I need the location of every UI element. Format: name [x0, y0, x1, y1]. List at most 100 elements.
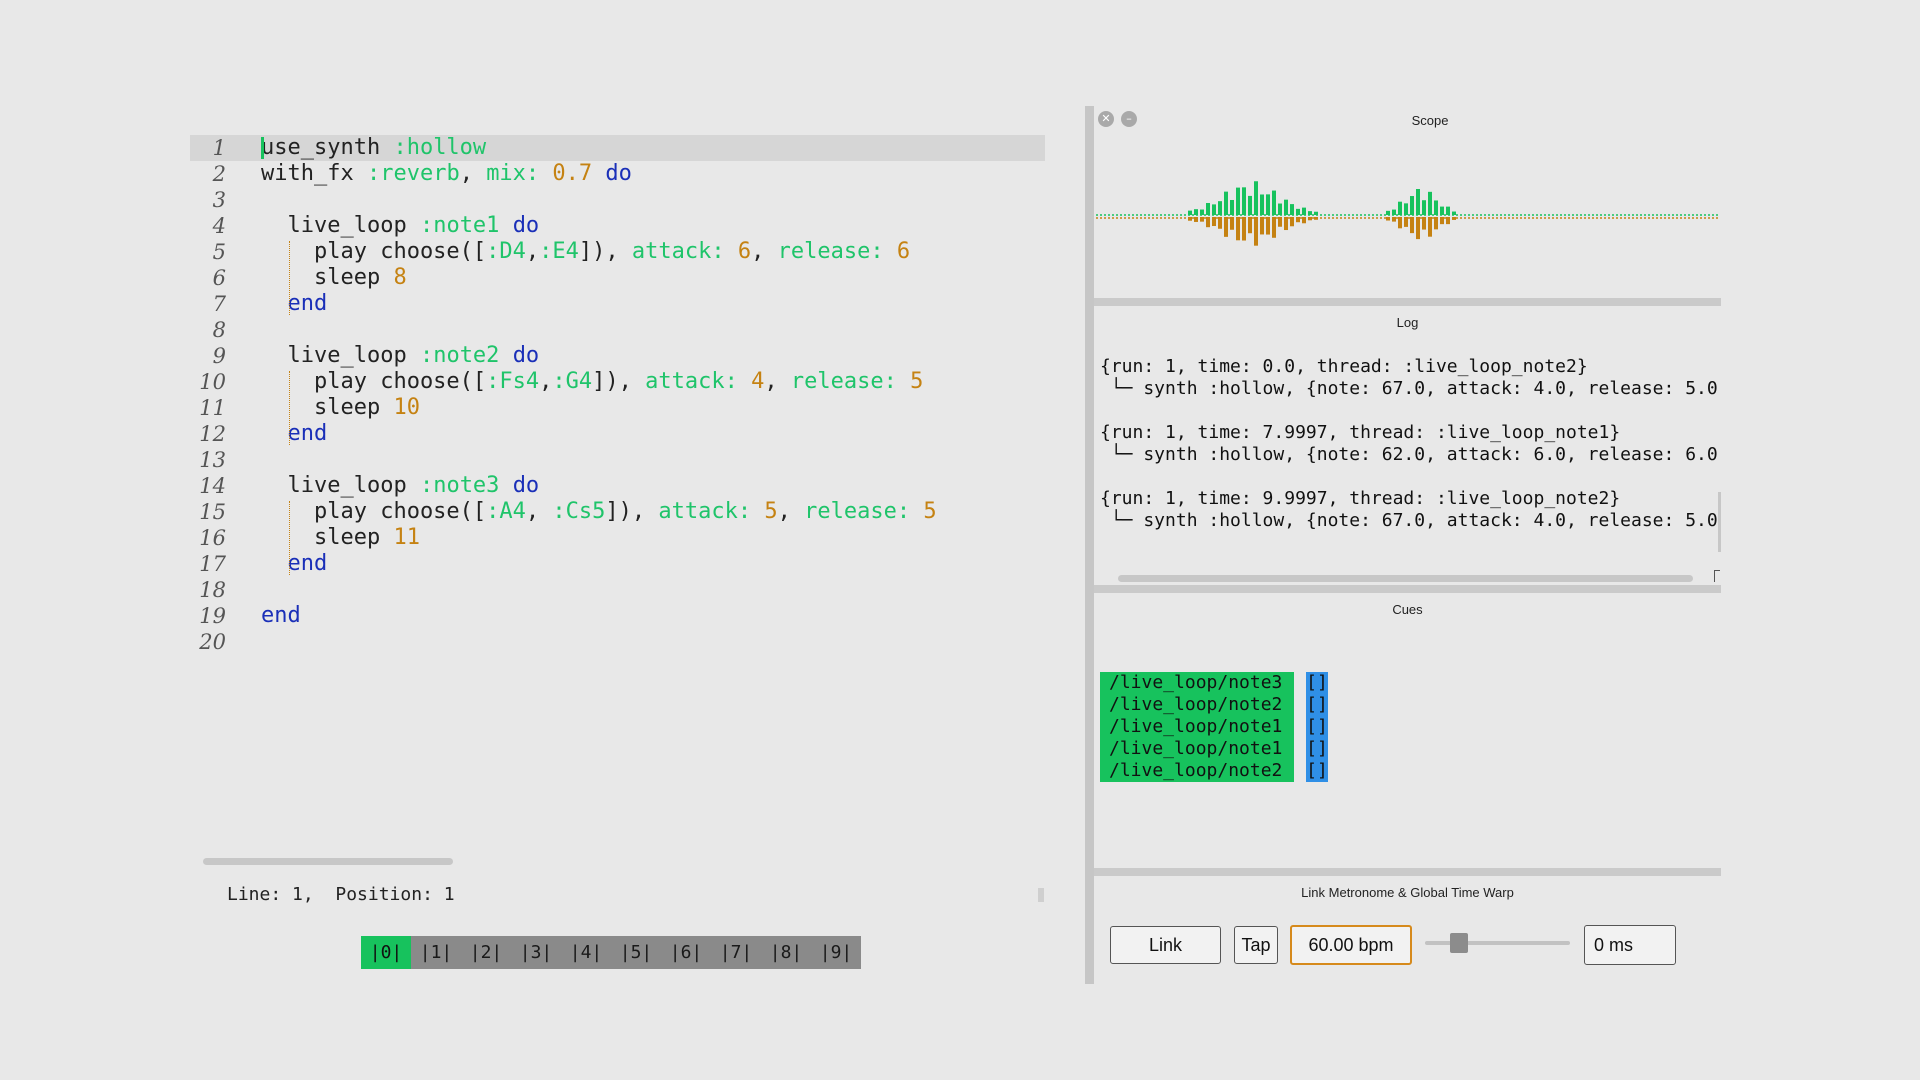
buffer-tab-0[interactable]: |0| — [361, 936, 411, 969]
buffer-tab-3[interactable]: |3| — [511, 936, 561, 969]
scope-sample-positive — [1404, 203, 1408, 215]
buffer-tab-6[interactable]: |6| — [661, 936, 711, 969]
code-line[interactable]: 14 live_loop :note3 do — [190, 473, 1045, 499]
scope-sample-positive — [1224, 191, 1228, 215]
code-line[interactable]: 7 end — [190, 291, 1045, 317]
code-token: ]), — [578, 239, 632, 264]
scope-sample-positive — [1410, 196, 1414, 215]
cues-metronome-divider[interactable] — [1094, 868, 1721, 876]
code-token: do — [512, 473, 540, 498]
scope-sample-negative — [1266, 217, 1270, 235]
scope-sample-positive — [1440, 206, 1444, 215]
code-line[interactable]: 1 use_synth :hollow — [190, 135, 1045, 161]
code-line[interactable]: 9 live_loop :note2 do — [190, 343, 1045, 369]
cue-value: [] — [1306, 760, 1328, 782]
code-line[interactable]: 8 — [190, 317, 1045, 343]
buffer-tab-2[interactable]: |2| — [461, 936, 511, 969]
code-line[interactable]: 5 play choose([:D4,:E4]), attack: 6, rel… — [190, 239, 1045, 265]
line-number: 1 — [212, 136, 226, 160]
cue-row: /live_loop/note1 [] — [1100, 738, 1328, 760]
code-line[interactable]: 13 — [190, 447, 1045, 473]
buffer-tab-7[interactable]: |7| — [711, 936, 761, 969]
code-token: , — [525, 499, 553, 524]
code-line[interactable]: 3 — [190, 187, 1045, 213]
indent-guide — [289, 371, 290, 445]
pane-splitter[interactable] — [1085, 106, 1094, 984]
code-token: 10 — [393, 395, 420, 420]
scope-log-divider[interactable] — [1094, 298, 1721, 306]
log-resize-corner[interactable] — [1714, 570, 1720, 582]
code-line[interactable]: 10 play choose([:Fs4,:G4]), attack: 4, r… — [190, 369, 1045, 395]
code-token: , — [751, 239, 778, 264]
log-vertical-scrollbar[interactable] — [1718, 492, 1721, 552]
log-entry-detail: └─ synth :hollow, {note: 67.0, attack: 4… — [1100, 378, 1717, 399]
scope-sample-positive — [1428, 191, 1432, 215]
time-warp-slider[interactable] — [1425, 941, 1570, 945]
time-warp-slider-thumb[interactable] — [1450, 933, 1469, 953]
tap-tempo-button[interactable]: Tap — [1234, 926, 1278, 964]
code-token: release: — [804, 499, 911, 524]
code-token: with_fx — [261, 161, 367, 186]
cursor-position-status: Line: 1, Position: 1 — [227, 884, 455, 905]
scope-sample-positive — [1416, 189, 1420, 215]
cue-value: [] — [1306, 716, 1328, 738]
code-token: :Cs5 — [552, 499, 606, 524]
buffer-tabs: |0| |1| |2| |3| |4| |5| |6| |7| |8| |9| — [361, 936, 861, 969]
buffer-tab-5[interactable]: |5| — [611, 936, 661, 969]
scope-sample-positive — [1272, 190, 1276, 215]
code-line[interactable]: 2 with_fx :reverb, mix: 0.7 do — [190, 161, 1045, 187]
scope-sample-negative — [1428, 217, 1432, 237]
code-line[interactable]: 18 — [190, 577, 1045, 603]
code-line[interactable]: 17 end — [190, 551, 1045, 577]
buffer-tab-1[interactable]: |1| — [411, 936, 461, 969]
code-token: attack: — [631, 239, 725, 264]
scope-sample-positive — [1260, 194, 1264, 215]
code-token: :A4 — [486, 499, 526, 524]
scope-title: Scope — [1411, 113, 1449, 128]
code-line[interactable]: 11 sleep 10 — [190, 395, 1045, 421]
buffer-tab-4[interactable]: |4| — [561, 936, 611, 969]
code-line[interactable]: 12 end — [190, 421, 1045, 447]
scope-sample-positive — [1314, 211, 1318, 215]
code-token: , — [764, 369, 791, 394]
cue-path: /live_loop/note2 — [1100, 694, 1294, 716]
time-warp-field[interactable]: 0 ms — [1584, 925, 1676, 965]
code-token: :note3 — [419, 473, 500, 498]
link-button[interactable]: Link — [1110, 926, 1221, 964]
log-entry-header: {run: 1, time: 0.0, thread: :live_loop_n… — [1100, 356, 1588, 377]
scope-sample-positive — [1386, 210, 1390, 215]
code-token: :Fs4 — [486, 369, 540, 394]
code-line[interactable]: 16 sleep 11 — [190, 525, 1045, 551]
log-horizontal-scrollbar[interactable] — [1118, 575, 1693, 582]
code-line[interactable]: 19 end — [190, 603, 1045, 629]
editor-horizontal-scrollbar[interactable] — [203, 858, 453, 865]
buffer-tab-9[interactable]: |9| — [811, 936, 861, 969]
scope-sample-positive — [1278, 203, 1282, 215]
cue-row: /live_loop/note1 [] — [1100, 716, 1328, 738]
scope-sample-negative — [1314, 217, 1318, 220]
code-line[interactable]: 15 play choose([:A4, :Cs5]), attack: 5, … — [190, 499, 1045, 525]
code-editor[interactable]: 1 use_synth :hollow 2 with_fx :reverb, mix:… — [190, 135, 1045, 654]
cue-row: /live_loop/note2 [] — [1100, 760, 1328, 782]
code-line[interactable]: 20 — [190, 629, 1045, 655]
scope-waveform — [1096, 181, 1719, 246]
code-token: end — [287, 291, 328, 316]
log-entry-detail: └─ synth :hollow, {note: 67.0, attack: 4… — [1100, 510, 1717, 531]
log-cues-divider[interactable] — [1094, 585, 1721, 593]
log-output: {run: 1, time: 0.0, thread: :live_loop_n… — [1100, 356, 1717, 554]
code-line[interactable]: 6 sleep 8 — [190, 265, 1045, 291]
code-token: 5 — [910, 369, 924, 394]
code-token: 6 — [737, 239, 752, 264]
editor-vertical-scrollbar[interactable] — [1038, 888, 1044, 902]
scope-sample-positive — [1188, 210, 1192, 215]
cue-path: /live_loop/note3 — [1100, 672, 1294, 694]
buffer-tab-8[interactable]: |8| — [761, 936, 811, 969]
code-token: sleep — [261, 395, 394, 420]
code-line[interactable]: 4 live_loop :note1 do — [190, 213, 1045, 239]
cue-path: /live_loop/note1 — [1100, 738, 1294, 760]
bpm-field[interactable]: 60.00 bpm — [1290, 925, 1412, 965]
code-token: :note1 — [419, 213, 500, 238]
